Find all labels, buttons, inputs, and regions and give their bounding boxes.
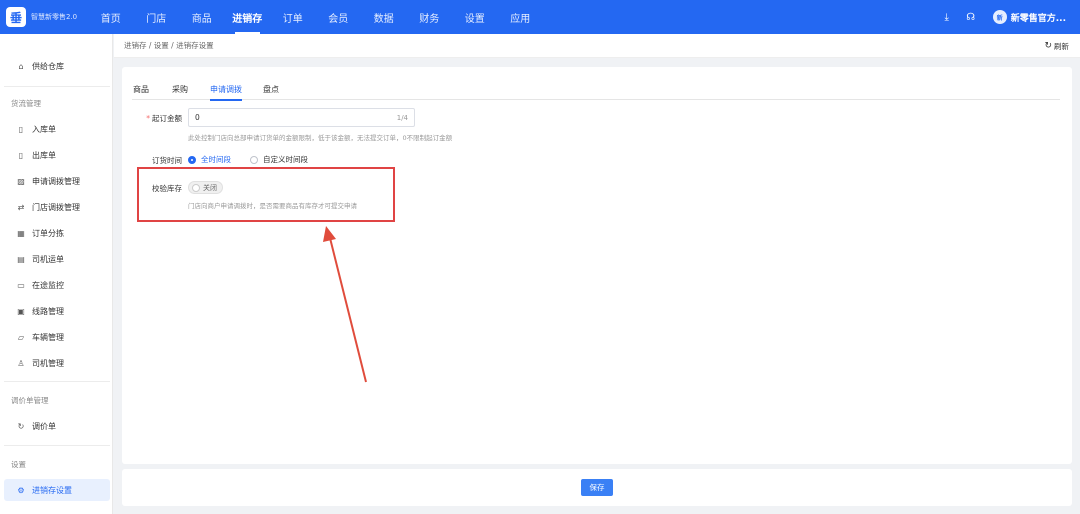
annotation-arrow <box>323 226 367 383</box>
footer-bar: 保存 <box>122 469 1072 506</box>
save-button[interactable]: 保存 <box>581 479 613 496</box>
